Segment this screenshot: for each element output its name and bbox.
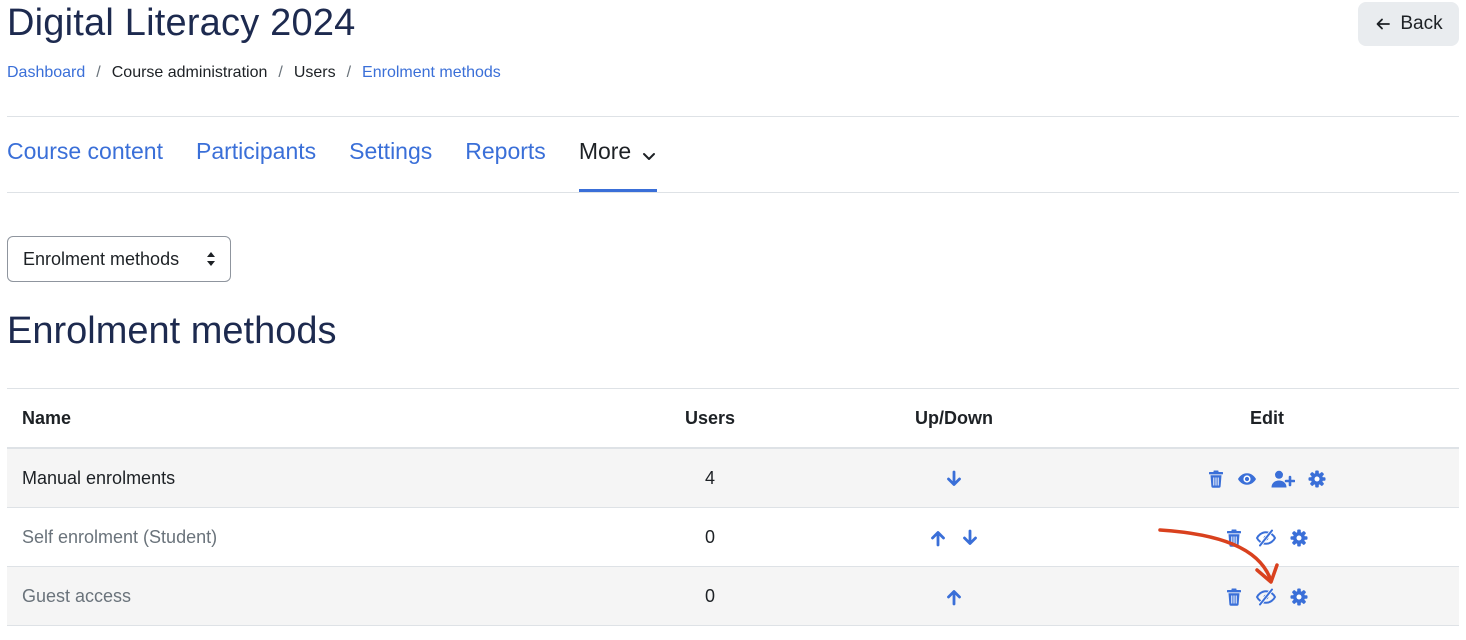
tab-reports[interactable]: Reports — [465, 138, 546, 193]
breadcrumb-users: Users — [293, 64, 336, 81]
trash-icon[interactable] — [1226, 529, 1242, 547]
breadcrumb-separator: / — [96, 64, 101, 81]
method-name: Self enrolment (Student) — [7, 507, 587, 567]
divider — [7, 192, 1459, 193]
sort-updown-icon — [207, 252, 215, 266]
tab-course-content[interactable]: Course content — [7, 138, 163, 193]
gear-icon[interactable] — [1290, 588, 1308, 606]
tab-more-label: More — [578, 138, 632, 164]
divider — [7, 116, 1459, 117]
table-row: Manual enrolments 4 — [7, 448, 1459, 508]
updown-cell — [833, 566, 1075, 626]
back-button-label: Back — [1400, 13, 1443, 34]
enrolment-methods-select[interactable]: Enrolment methods — [7, 236, 231, 282]
table-row: Self enrolment (Student) 0 — [7, 507, 1459, 567]
arrow-down-icon[interactable] — [945, 470, 963, 488]
user-count: 4 — [587, 448, 833, 508]
user-count: 0 — [587, 507, 833, 567]
arrow-down-icon[interactable] — [961, 529, 979, 547]
secondary-navigation: Course content Participants Settings Rep… — [7, 138, 690, 193]
arrow-up-icon[interactable] — [929, 529, 947, 547]
gear-icon[interactable] — [1308, 470, 1326, 488]
back-button[interactable]: Back — [1358, 2, 1459, 46]
breadcrumb-separator: / — [346, 64, 352, 81]
column-header-updown: Up/Down — [833, 388, 1075, 449]
column-header-name: Name — [7, 388, 587, 449]
tab-settings[interactable]: Settings — [349, 138, 432, 193]
edit-cell — [1075, 566, 1459, 626]
tab-participants[interactable]: Participants — [196, 138, 316, 193]
method-name: Manual enrolments — [7, 448, 587, 508]
edit-cell — [1075, 448, 1459, 508]
table-row: Guest access 0 — [7, 566, 1459, 626]
chevron-down-icon — [643, 153, 656, 160]
column-header-users: Users — [587, 388, 833, 449]
eye-icon[interactable] — [1237, 471, 1257, 487]
enrolment-methods-table: Name Users Up/Down Edit Manual enrolment… — [7, 388, 1459, 626]
arrow-up-icon[interactable] — [945, 588, 963, 606]
column-header-edit: Edit — [1075, 388, 1459, 449]
eye-slash-icon[interactable] — [1255, 588, 1277, 606]
method-name: Guest access — [7, 566, 587, 626]
trash-icon[interactable] — [1208, 470, 1224, 488]
updown-cell — [833, 507, 1075, 567]
user-count: 0 — [587, 566, 833, 626]
user-plus-icon[interactable] — [1271, 470, 1295, 488]
trash-icon[interactable] — [1226, 588, 1242, 606]
updown-cell — [833, 448, 1075, 508]
table-header-row: Name Users Up/Down Edit — [7, 388, 1459, 449]
eye-slash-icon[interactable] — [1255, 529, 1277, 547]
gear-icon[interactable] — [1290, 529, 1308, 547]
tab-more[interactable]: More — [578, 138, 658, 193]
page-title: Digital Literacy 2024 — [7, 2, 356, 44]
breadcrumb-course-administration: Course administration — [111, 64, 268, 81]
arrow-left-icon — [1376, 18, 1391, 30]
breadcrumb-enrolment-methods[interactable]: Enrolment methods — [362, 64, 501, 82]
breadcrumb-separator: / — [278, 64, 283, 81]
select-value: Enrolment methods — [23, 248, 180, 269]
edit-cell — [1075, 507, 1459, 567]
breadcrumb: Dashboard / Course administration / User… — [7, 64, 501, 82]
section-heading: Enrolment methods — [7, 310, 337, 352]
breadcrumb-dashboard[interactable]: Dashboard — [7, 64, 85, 82]
